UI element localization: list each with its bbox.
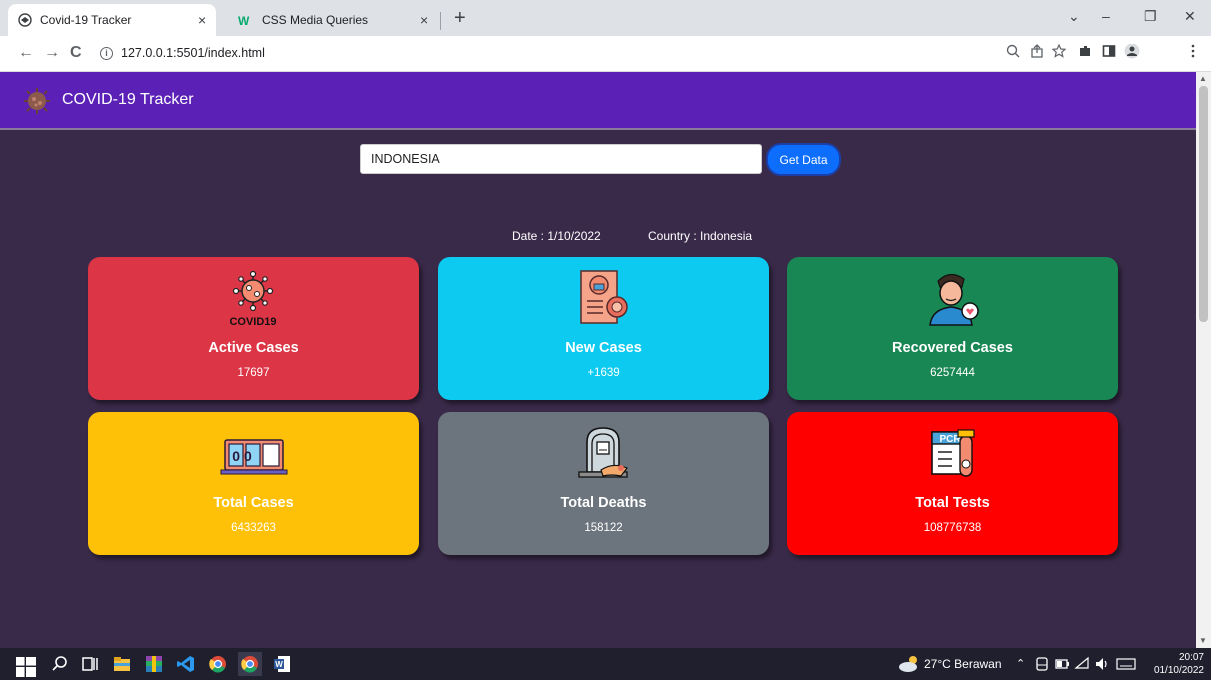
card-value: 6433263 [231,522,276,534]
zoom-icon[interactable] [1006,44,1020,58]
os-taskbar: W 27°C Berawan ⌃ 20:07 01/10/2022 [0,648,1211,680]
card-new-cases: New Cases +1639 [438,257,769,400]
card-title: New Cases [565,340,642,356]
card-value: 108776738 [923,522,982,534]
get-data-button[interactable]: Get Data [766,143,841,176]
weather-text: 27°C Berawan [924,657,1002,671]
site-info-icon[interactable]: i [100,46,113,60]
browser-menu-icon[interactable] [1190,44,1196,58]
card-title: Recovered Cases [892,340,1013,356]
clock-time: 20:07 [1178,652,1204,663]
vscode-icon[interactable] [176,654,196,674]
tombstone-icon [578,427,628,478]
card-recovered-cases: Recovered Cases 6257444 [787,257,1118,400]
close-tab-icon[interactable]: × [198,12,206,28]
card-total-cases: 00 Total Cases 6433263 [88,412,419,555]
battery-icon[interactable] [1054,656,1070,672]
app-navbar: COVID-19 Tracker [0,72,1196,130]
card-total-tests: PCR Total Tests 108776738 [787,412,1118,555]
keyboard-icon[interactable] [1116,656,1136,672]
card-active-cases: COVID19 Active Cases 17697 [88,257,419,400]
browser-tab-bar: Covid-19 Tracker × W CSS Media Queries ×… [0,0,1211,36]
url-field[interactable]: i 127.0.0.1:5501/index.html [100,46,265,60]
card-title: Total Deaths [560,495,647,511]
url-text: 127.0.0.1:5501/index.html [121,46,265,60]
bookmark-star-icon[interactable] [1052,44,1066,58]
extensions-icon[interactable] [1078,44,1092,58]
word-icon[interactable]: W [272,654,292,674]
taskbar-clock[interactable]: 20:07 01/10/2022 [1148,651,1204,677]
back-button[interactable]: ← [18,44,34,62]
close-tab-icon[interactable]: × [420,12,428,28]
card-value: 158122 [584,522,623,534]
counter-icon-text: 00 [232,448,256,464]
w3schools-icon: W [238,14,250,26]
close-window-button[interactable]: ✕ [1184,8,1196,25]
reload-button[interactable]: C [70,44,82,62]
page-viewport: COVID-19 Tracker Get Data Date : 1/10/20… [0,72,1196,648]
address-bar: ← → C i 127.0.0.1:5501/index.html [0,36,1211,72]
report-icon [580,270,628,324]
svg-text:W: W [238,14,250,26]
card-value: 17697 [237,367,270,379]
globe-icon [18,13,32,27]
tab-search-dropdown-icon[interactable]: ⌄ [1068,8,1080,25]
chrome-icon[interactable] [208,654,228,674]
tab-covid-tracker[interactable]: Covid-19 Tracker × [8,4,217,36]
card-total-deaths: Total Deaths 158122 [438,412,769,555]
scroll-down-icon[interactable]: ▼ [1199,636,1207,645]
wifi-icon[interactable] [1074,656,1090,672]
date-label: Date : 1/10/2022 [512,229,601,243]
recovered-person-icon [929,273,979,326]
virus-icon: COVID19 [229,270,277,328]
forward-button[interactable]: → [44,44,60,62]
svg-text:W: W [275,660,283,669]
volume-icon[interactable] [1094,656,1110,672]
chrome-active-icon[interactable] [238,652,262,676]
touchpad-icon[interactable] [1034,656,1050,672]
country-search-input[interactable] [360,144,762,174]
show-hidden-icons-icon[interactable]: ⌃ [1016,657,1025,670]
scroll-up-icon[interactable]: ▲ [1199,74,1207,83]
file-explorer-icon[interactable] [112,654,132,674]
counter-icon: 00 [220,439,288,475]
restore-button[interactable]: ❐ [1144,8,1157,25]
pcr-test-icon: PCR [931,429,975,477]
weather-cloud-icon[interactable] [898,654,920,674]
tab-separator [440,12,441,30]
card-title: Total Cases [213,495,294,511]
tab-title: Covid-19 Tracker [40,13,132,27]
card-title: Total Tests [915,495,990,511]
new-tab-button[interactable]: + [454,8,466,28]
card-value: 6257444 [930,367,975,379]
side-panel-icon[interactable] [1102,44,1116,58]
scrollbar-thumb[interactable] [1199,86,1208,322]
tab-css-media-queries[interactable]: W CSS Media Queries × [228,4,438,36]
virus-logo-icon [24,88,50,114]
card-title: Active Cases [208,340,299,356]
search-icon[interactable] [50,654,70,674]
page-scrollbar[interactable]: ▲ ▼ [1196,72,1211,648]
minimize-button[interactable]: – [1102,8,1110,24]
tab-title: CSS Media Queries [262,13,369,27]
card-value: +1639 [587,367,620,379]
share-icon[interactable] [1030,44,1044,58]
brand-title: COVID-19 Tracker [62,91,194,108]
virus-icon-text: COVID19 [229,316,276,328]
windows-start-icon[interactable] [16,657,36,677]
country-label: Country : Indonesia [648,229,753,243]
task-view-icon[interactable] [80,654,100,674]
clock-date: 01/10/2022 [1153,665,1204,676]
winrar-icon[interactable] [144,654,164,674]
profile-avatar-icon[interactable] [1124,44,1142,62]
